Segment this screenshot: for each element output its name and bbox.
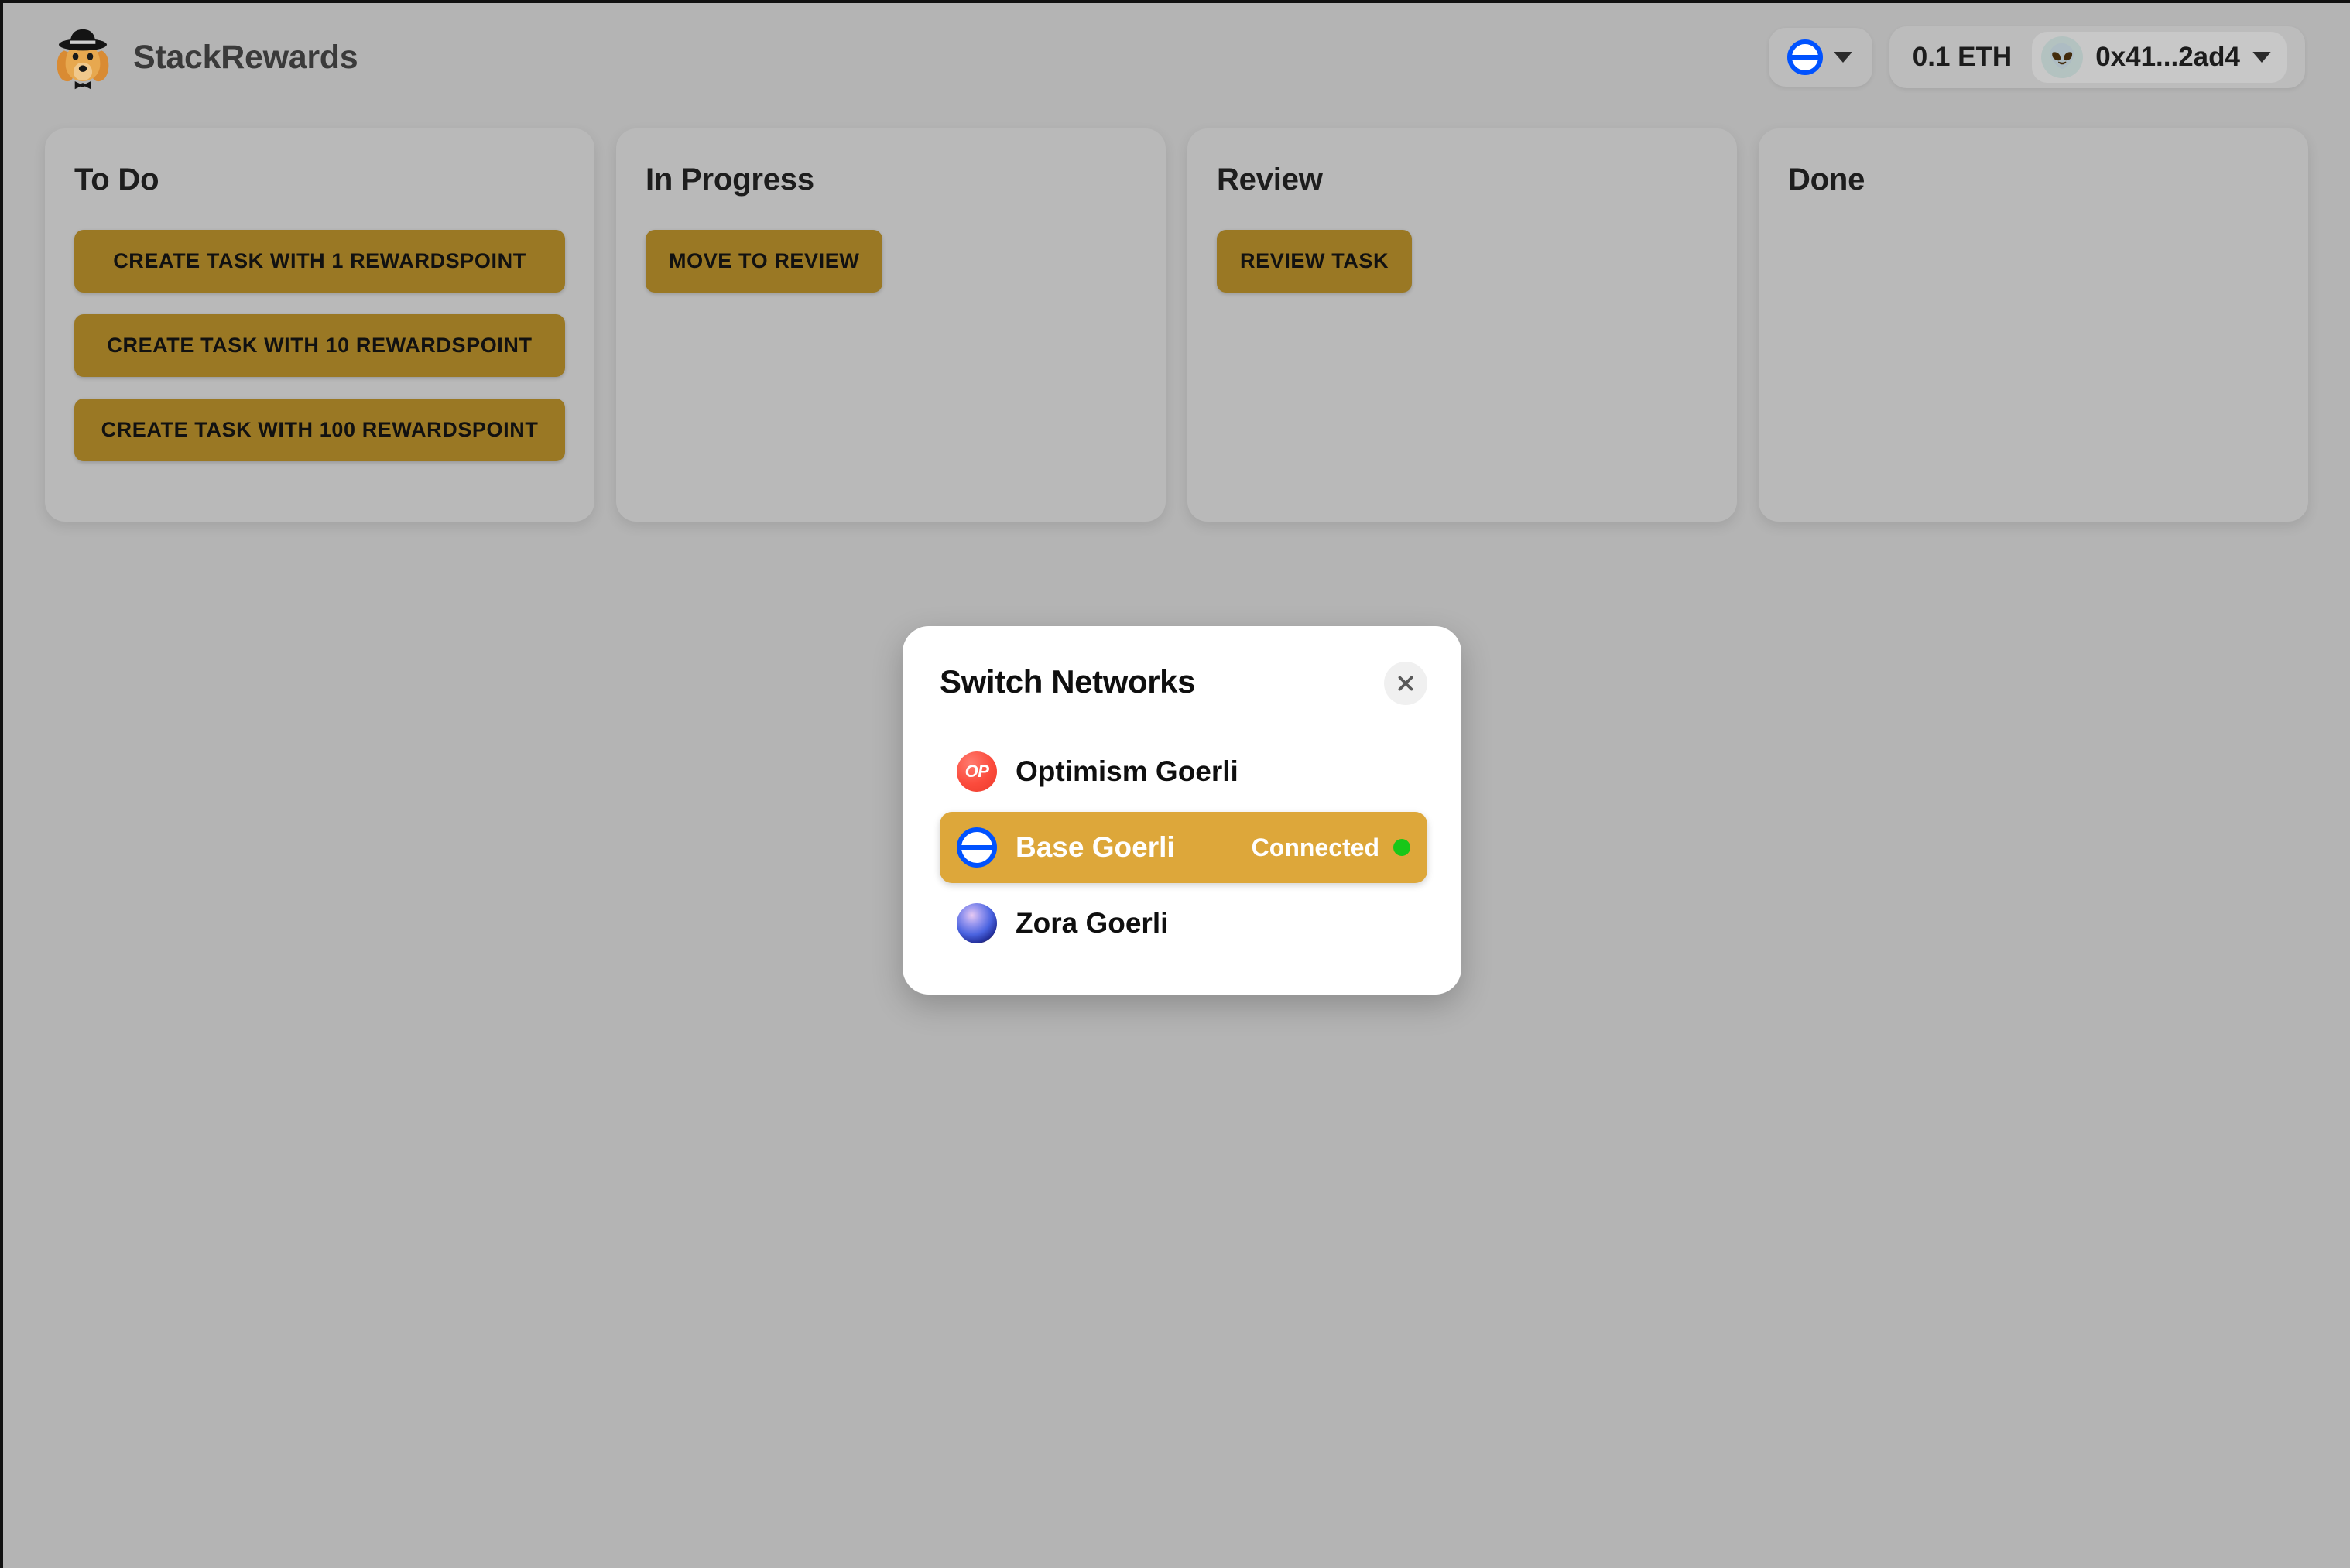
network-status: Connected [1252,834,1410,862]
create-task-1-button[interactable]: CREATE TASK WITH 1 REWARDSPOINT [74,230,565,293]
network-switcher-button[interactable] [1768,28,1872,87]
network-name: Optimism Goerli [1016,755,1238,787]
review-task-button[interactable]: REVIEW TASK [1217,230,1413,293]
column-title: In Progress [646,163,814,197]
network-status-label: Connected [1251,833,1379,861]
modal-title: Switch Networks [940,663,1196,700]
kanban-board: To Do CREATE TASK WITH 1 REWARDSPOINT CR… [3,111,2350,522]
chevron-down-icon [1833,52,1852,63]
brand-name: StackRewards [133,38,358,76]
zora-icon [957,903,997,943]
network-option-zora-goerli[interactable]: Zora Goerli [940,888,1427,959]
column-body: REVIEW TASK [1217,230,1708,293]
column-review: Review REVIEW TASK [1187,128,1737,522]
brand: StackRewards [50,24,358,91]
status-dot-icon [1393,839,1410,856]
column-in-progress: In Progress MOVE TO REVIEW [616,128,1166,522]
account-pill[interactable]: 👽 0x41...2ad4 [2032,32,2287,83]
dog-with-hat-logo-icon [50,24,116,91]
column-to-do: To Do CREATE TASK WITH 1 REWARDSPOINT CR… [45,128,594,522]
column-title: Done [1788,163,1865,197]
network-name: Zora Goerli [1016,907,1169,939]
optimism-icon: OP [957,751,997,792]
column-done: Done [1759,128,2308,522]
account-button[interactable]: 0.1 ETH 👽 0x41...2ad4 [1889,26,2305,88]
move-to-review-button[interactable]: MOVE TO REVIEW [646,230,883,293]
column-title: To Do [74,163,159,197]
create-task-10-button[interactable]: CREATE TASK WITH 10 REWARDSPOINT [74,313,565,377]
network-option-base-goerli[interactable]: Base Goerli Connected [940,812,1427,883]
modal-header: Switch Networks [940,662,1427,705]
switch-networks-modal: Switch Networks OP Optimism Goerli Base … [903,626,1461,995]
network-name: Base Goerli [1016,831,1175,863]
eth-balance: 0.1 ETH [1912,42,2013,72]
column-body: CREATE TASK WITH 1 REWARDSPOINT CREATE T… [74,230,565,461]
create-task-100-button[interactable]: CREATE TASK WITH 100 REWARDSPOINT [74,398,565,461]
chevron-down-icon [2252,52,2271,63]
close-button[interactable] [1384,662,1427,705]
header-right: 0.1 ETH 👽 0x41...2ad4 [1768,26,2319,88]
account-address: 0x41...2ad4 [2095,42,2240,72]
network-option-optimism-goerli[interactable]: OP Optimism Goerli [940,736,1427,807]
network-list: OP Optimism Goerli Base Goerli Connected… [940,736,1427,959]
column-title: Review [1217,163,1323,197]
alien-avatar-icon: 👽 [2041,36,2084,78]
app-header: StackRewards 0.1 ETH 👽 0x41...2ad4 [3,3,2350,111]
base-network-icon [1786,39,1823,75]
close-icon [1398,676,1413,691]
column-body: MOVE TO REVIEW [646,230,1136,293]
base-icon [957,827,997,868]
